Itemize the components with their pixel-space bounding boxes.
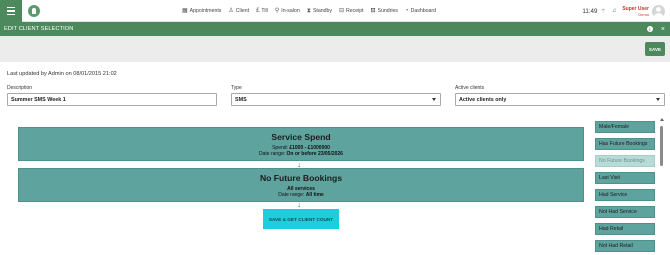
dialog-toolbar: SAVE: [0, 36, 670, 62]
type-value: SMS: [235, 96, 247, 103]
description-value: Summer SMS Week 1: [11, 96, 66, 103]
save-button[interactable]: SAVE: [645, 42, 665, 56]
nav-till[interactable]: £ Till: [256, 8, 268, 14]
filter-scrollbar[interactable]: [659, 118, 664, 255]
last-updated-text: Last updated by Admin on 08/01/2015 21:0…: [7, 71, 117, 77]
user-icon: ♙: [228, 8, 234, 14]
signal-icon[interactable]: ⚚: [600, 8, 605, 15]
description-label: Description: [7, 85, 33, 91]
card-title: No Future Bookings: [259, 173, 343, 183]
nav-label: Appointments: [189, 8, 222, 14]
nav-dashboard[interactable]: ◔ Dashboard: [405, 8, 436, 14]
scroll-up-icon[interactable]: [659, 118, 664, 121]
receipt-icon: ⊟: [338, 8, 345, 14]
filter-not-had-retail[interactable]: Not Had Retail: [595, 240, 655, 252]
dialog-title: EDIT CLIENT SELECTION: [4, 26, 74, 32]
hamburger-icon: [7, 6, 15, 16]
description-input[interactable]: Summer SMS Week 1: [7, 93, 217, 106]
date-prefix: Date range:: [259, 151, 287, 157]
nav-label: Client: [235, 8, 250, 14]
nav-client[interactable]: ♙ Client: [228, 8, 249, 14]
card-date-line: Date range: All time: [19, 192, 583, 198]
dashboard-icon: ◔: [405, 8, 409, 14]
user-info[interactable]: Super User Demo: [622, 6, 649, 17]
basket-icon: ⛾: [370, 8, 376, 14]
dialog-title-bar: EDIT CLIENT SELECTION i ×: [0, 22, 670, 36]
criteria-card-service-spend[interactable]: Service Spend Spend: £1000 - £1000000 Da…: [18, 127, 584, 161]
nav-label: Receipt: [346, 8, 364, 14]
chevron-down-icon: [656, 98, 660, 101]
info-icon[interactable]: i: [646, 26, 653, 32]
criteria-card-no-future-bookings[interactable]: No Future Bookings All services Date ran…: [18, 168, 584, 202]
filter-not-had-service[interactable]: Not Had Service: [595, 206, 655, 218]
top-bar: ▦ Appointments ♙ Client £ Till ⚲ In-salo…: [0, 0, 670, 22]
nav-appointments[interactable]: ▦ Appointments: [182, 8, 221, 14]
close-icon[interactable]: ×: [661, 26, 665, 33]
hourglass-icon: ⧗: [306, 8, 311, 14]
user-role: Demo: [638, 11, 649, 17]
menu-button[interactable]: [0, 0, 22, 22]
filter-has-future-bookings[interactable]: Has Future Bookings: [595, 138, 655, 150]
main-nav: ▦ Appointments ♙ Client £ Till ⚲ In-salo…: [182, 0, 436, 22]
save-get-client-count-button[interactable]: SAVE & GET CLIENT COUNT: [263, 209, 339, 229]
bell-icon[interactable]: ♫: [612, 8, 617, 14]
nav-label: Dashboard: [410, 8, 437, 14]
date-prefix: Date range:: [278, 192, 306, 198]
active-clients-value: Active clients only: [459, 96, 507, 103]
scroll-thumb[interactable]: [660, 126, 663, 166]
filter-no-future-bookings: No Future Bookings: [595, 155, 655, 167]
active-clients-select[interactable]: Active clients only: [455, 93, 665, 106]
nav-label: Till: [261, 8, 268, 14]
card-date-line: Date range: On or before 23/05/2026: [19, 151, 583, 157]
nav-label: Standby: [312, 8, 332, 14]
nav-standby[interactable]: ⧗ Standby: [307, 8, 332, 14]
logo-icon[interactable]: [28, 5, 40, 17]
nav-sundries[interactable]: ⛾ Sundries: [371, 8, 398, 14]
nav-receipt[interactable]: ⊟ Receipt: [339, 8, 364, 14]
nav-label: Sundries: [377, 8, 398, 14]
arrow-down-icon: ↓: [297, 200, 301, 209]
filter-had-retail[interactable]: Had Retail: [595, 223, 655, 235]
location-icon: ⚲: [274, 8, 280, 14]
type-label: Type: [231, 85, 242, 91]
date-value: On or before 23/05/2026: [286, 151, 343, 157]
avatar[interactable]: [652, 4, 665, 18]
nav-label: In-salon: [281, 8, 300, 14]
pound-icon: £: [256, 8, 260, 14]
card-title: Service Spend: [271, 132, 331, 142]
filter-had-service[interactable]: Had Service: [595, 189, 655, 201]
top-right: 11:49 ⚚ ♫ Super User Demo: [582, 0, 670, 22]
calendar-icon: ▦: [182, 8, 188, 14]
clock: 11:49: [582, 7, 598, 15]
type-select[interactable]: SMS: [231, 93, 441, 106]
date-value: All time: [305, 192, 324, 198]
chevron-down-icon: [432, 98, 436, 101]
nav-in-salon[interactable]: ⚲ In-salon: [275, 8, 300, 14]
filter-male-female[interactable]: Male/Female: [595, 121, 655, 133]
filter-last-visit[interactable]: Last Visit: [595, 172, 655, 184]
title-bar-actions: i ×: [646, 22, 665, 36]
active-clients-label: Active clients: [455, 85, 485, 91]
